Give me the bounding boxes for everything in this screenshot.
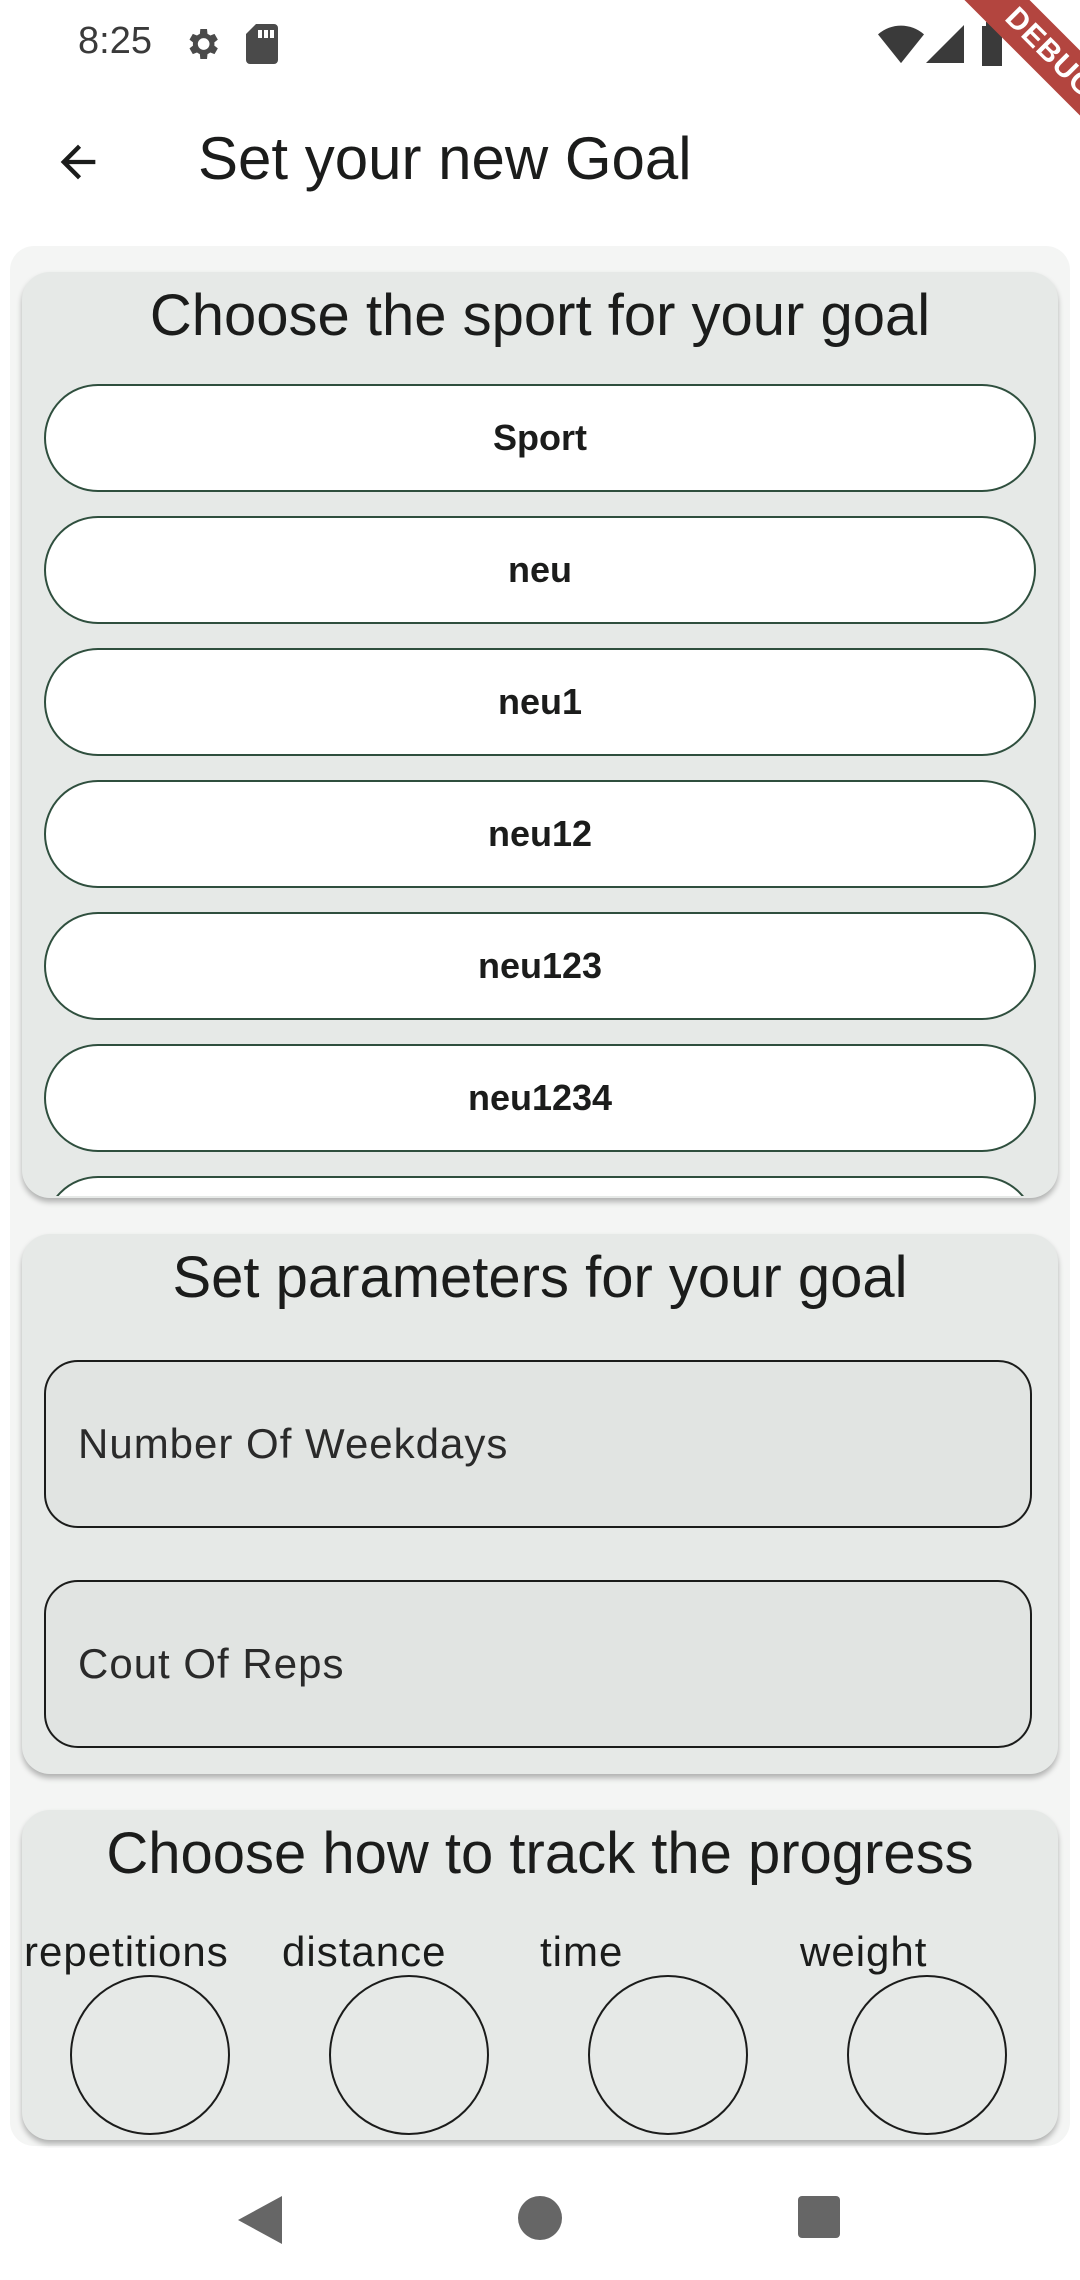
track-repetitions-radio[interactable] <box>70 1975 230 2135</box>
sport-option-button-partial[interactable] <box>44 1176 1036 1196</box>
signal-icon <box>926 25 964 63</box>
tracking-section-title: Choose how to track the progress <box>106 1821 974 1886</box>
sd-card-icon <box>246 24 278 64</box>
track-option-label: distance <box>282 1928 447 1975</box>
sport-option-button[interactable]: neu123 <box>44 912 1036 1020</box>
sport-option-button[interactable]: neu <box>44 516 1036 624</box>
tracking-section: Choose how to track the progress repetit… <box>22 1810 1058 2140</box>
settings-icon <box>189 29 218 59</box>
weekdays-field[interactable]: Number Of Weekdays <box>44 1360 1032 1528</box>
track-option-label: repetitions <box>24 1928 229 1975</box>
back-button[interactable] <box>40 124 116 200</box>
parameters-section-title: Set parameters for your goal <box>172 1245 908 1310</box>
sport-option-button[interactable]: neu1234 <box>44 1044 1036 1152</box>
sport-section: Choose the sport for your goal Sport neu… <box>22 272 1058 1198</box>
track-option-label: time <box>540 1928 624 1975</box>
wifi-icon <box>878 25 924 64</box>
sport-option-button[interactable]: Sport <box>44 384 1036 492</box>
nav-recents-icon[interactable] <box>798 2196 840 2238</box>
track-weight-radio[interactable] <box>847 1975 1007 2135</box>
parameters-section: Set parameters for your goal Number Of W… <box>22 1234 1058 1774</box>
system-nav-bar <box>0 2148 1080 2280</box>
nav-home-icon[interactable] <box>518 2196 562 2240</box>
track-option-label: weight <box>800 1928 928 1975</box>
arrow-back-icon <box>60 144 96 180</box>
track-time-radio[interactable] <box>588 1975 748 2135</box>
nav-back-icon[interactable] <box>238 2196 282 2244</box>
status-bar: 8:25 DEBUG <box>0 0 1080 176</box>
page-title: Set your new Goal <box>198 125 692 192</box>
sport-option-button[interactable]: neu12 <box>44 780 1036 888</box>
sport-list[interactable]: Sport neu neu1 neu12 neu123 neu1234 <box>44 384 1036 1196</box>
app-bar: Set your new Goal <box>0 88 1080 228</box>
sport-section-title: Choose the sport for your goal <box>149 283 931 348</box>
reps-field[interactable]: Cout Of Reps <box>44 1580 1032 1748</box>
sport-option-button[interactable]: neu1 <box>44 648 1036 756</box>
track-distance-radio[interactable] <box>329 1975 489 2135</box>
status-time: 8:25 <box>78 20 152 62</box>
